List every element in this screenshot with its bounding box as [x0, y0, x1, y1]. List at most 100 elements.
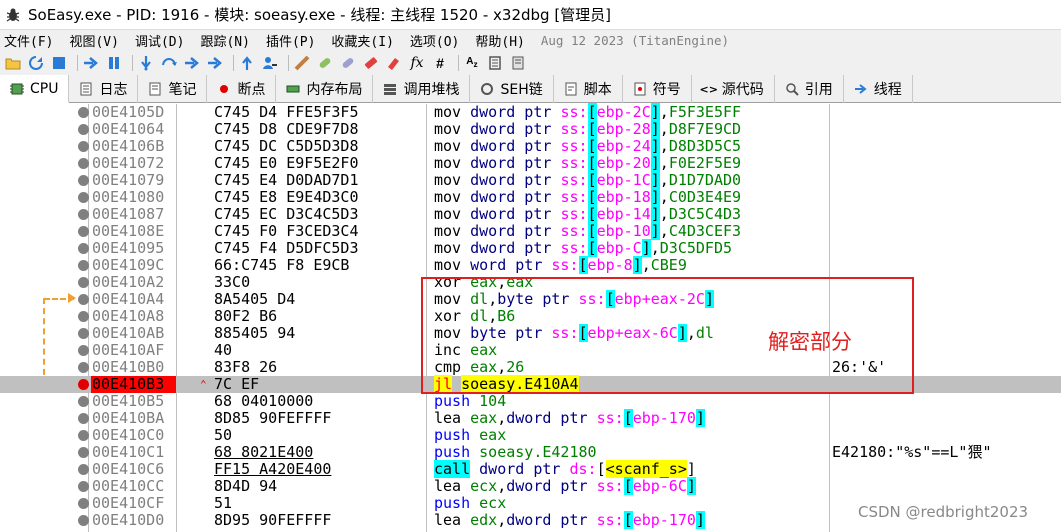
menu-trace[interactable]: 跟踪(N) — [200, 31, 249, 50]
breakpoint-dot-active[interactable] — [78, 379, 89, 390]
bytes: 51 — [214, 494, 233, 512]
table-row[interactable]: 00E41087 C745 EC D3C4C5D3 mov dword ptr … — [0, 205, 1061, 223]
bookmark-icon[interactable] — [385, 54, 403, 72]
breakpoint-dot[interactable] — [78, 311, 89, 322]
instruction: call dword ptr ds:[<scanf_s>] — [434, 460, 696, 478]
address: 00E4106B — [92, 137, 165, 155]
breakpoint-dot[interactable] — [78, 413, 89, 424]
breakpoint-dot[interactable] — [78, 192, 89, 203]
menu-help[interactable]: 帮助(H) — [475, 31, 524, 50]
tab-symbols[interactable]: 符号 — [623, 75, 692, 103]
step-into-icon[interactable] — [137, 54, 155, 72]
tab-threads[interactable]: 线程 — [844, 75, 913, 103]
tab-cpu[interactable]: CPU — [0, 75, 70, 103]
breakpoint-dot[interactable] — [78, 396, 89, 407]
bytes: C745 D8 CDE9F7D8 — [214, 120, 359, 138]
breakpoint-dot[interactable] — [78, 243, 89, 254]
restart-icon[interactable] — [27, 54, 45, 72]
tab-label: 断点 — [237, 82, 266, 98]
function-icon[interactable]: fx — [408, 54, 426, 72]
table-row[interactable]: 00E4106B C745 DC C5D5D3D8 mov dword ptr … — [0, 137, 1061, 155]
breakpoint-dot[interactable] — [78, 328, 89, 339]
patch-icon[interactable] — [316, 54, 334, 72]
breakpoint-dot[interactable] — [78, 158, 89, 169]
table-row[interactable]: 00E41072 C745 E0 E9F5E2F0 mov dword ptr … — [0, 154, 1061, 172]
breakpoint-dot[interactable] — [78, 294, 89, 305]
table-row[interactable]: 00E4109C 66:C745 F8 E9CB mov word ptr ss… — [0, 256, 1061, 274]
instruction: push ecx — [434, 494, 507, 512]
table-row[interactable]: 00E410BA 8D85 90FEFFFF lea eax,dword ptr… — [0, 409, 1061, 427]
tab-call-stack[interactable]: 调用堆栈 — [373, 75, 471, 103]
breakpoint-dot[interactable] — [78, 481, 89, 492]
instruction: mov dword ptr ss:[ebp-14],D3C5C4D3 — [434, 205, 742, 223]
menu-options[interactable]: 选项(O) — [410, 31, 459, 50]
open-icon[interactable] — [4, 54, 22, 72]
table-row[interactable]: 00E410CC 8D4D 94 lea ecx,dword ptr ss:[e… — [0, 477, 1061, 495]
table-row[interactable]: 00E4105D C745 D4 FFE5F3F5 mov dword ptr … — [0, 103, 1061, 121]
menu-debug[interactable]: 调试(D) — [135, 31, 184, 50]
table-row[interactable]: 00E41080 C745 E8 E9E4D3C0 mov dword ptr … — [0, 188, 1061, 206]
run-to-user-code-icon[interactable] — [261, 54, 279, 72]
breakpoint-dot[interactable] — [78, 515, 89, 526]
table-row[interactable]: 00E410C6 FF15 A420E400 call dword ptr ds… — [0, 460, 1061, 478]
trace-over-icon[interactable] — [206, 54, 224, 72]
breakpoint-dot[interactable] — [78, 498, 89, 509]
pause-icon[interactable] — [105, 54, 123, 72]
menu-plugins[interactable]: 插件(P) — [266, 31, 315, 50]
calculator-icon[interactable] — [486, 54, 504, 72]
tab-memory-map[interactable]: 内存布局 — [276, 75, 374, 103]
table-row[interactable]: 00E410C1 68 8021E400 push soeasy.E42180 … — [0, 444, 1061, 461]
breakpoint-dot[interactable] — [78, 209, 89, 220]
threads-icon — [854, 82, 868, 96]
symbol-icon — [633, 82, 647, 96]
table-row[interactable]: 00E4108E C745 F0 F3CED3C4 mov dword ptr … — [0, 222, 1061, 240]
trace-into-icon[interactable] — [183, 54, 201, 72]
table-row[interactable]: 00E41064 C745 D8 CDE9F7D8 mov dword ptr … — [0, 120, 1061, 138]
tab-seh-chain[interactable]: SEH链 — [470, 75, 554, 103]
watermark: CSDN @redbright2023 — [858, 503, 1029, 521]
breakpoint-dot[interactable] — [78, 175, 89, 186]
tab-log[interactable]: 日志 — [69, 75, 139, 103]
scylla-icon[interactable] — [293, 54, 311, 72]
address: 00E410C0 — [92, 426, 165, 444]
breakpoint-dot[interactable] — [78, 430, 89, 441]
breakpoint-dot[interactable] — [78, 464, 89, 475]
label-icon[interactable] — [362, 54, 380, 72]
breakpoint-dot[interactable] — [78, 362, 89, 373]
menu-favourites[interactable]: 收藏夹(I) — [331, 31, 393, 50]
tab-breakpoints[interactable]: 断点 — [207, 75, 277, 103]
bug-icon — [4, 6, 22, 24]
run-icon[interactable] — [82, 54, 100, 72]
breakpoint-dot[interactable] — [78, 107, 89, 118]
table-row[interactable]: 00E410B5 68 04010000 push 104 — [0, 393, 1061, 410]
stop-icon[interactable] — [50, 54, 68, 72]
table-row[interactable]: 00E410C0 50 push eax — [0, 427, 1061, 444]
breakpoint-dot[interactable] — [78, 124, 89, 135]
tab-script[interactable]: 脚本 — [554, 75, 623, 103]
breakpoint-dot[interactable] — [78, 447, 89, 458]
strings-icon[interactable]: Az — [463, 54, 481, 72]
table-row[interactable]: 00E41079 C745 E4 D0DAD7D1 mov dword ptr … — [0, 171, 1061, 189]
notes-icon[interactable] — [509, 54, 527, 72]
execute-till-return-icon[interactable] — [238, 54, 256, 72]
bytes: 8A5405 D4 — [214, 290, 296, 308]
breakpoint-dot[interactable] — [78, 277, 89, 288]
menu-file[interactable]: 文件(F) — [4, 31, 53, 50]
breakpoint-dot[interactable] — [78, 141, 89, 152]
tab-references[interactable]: 引用 — [775, 75, 844, 103]
bytes: 8D95 90FEFFFF — [214, 511, 332, 529]
table-row[interactable]: 00E41095 C745 F4 D5DFC5D3 mov dword ptr … — [0, 239, 1061, 257]
menu-view[interactable]: 视图(V) — [69, 31, 118, 50]
comment-icon[interactable] — [339, 54, 357, 72]
step-over-icon[interactable] — [160, 54, 178, 72]
bytes: C745 E0 E9F5E2F0 — [214, 154, 359, 172]
breakpoint-dot[interactable] — [78, 260, 89, 271]
bytes: 50 — [214, 426, 233, 444]
tab-notes[interactable]: 笔记 — [138, 75, 208, 103]
bytes: 885405 94 — [214, 324, 296, 342]
hash-icon[interactable]: # — [431, 54, 449, 72]
instruction: mov dword ptr ss:[ebp-1C],D1D7DAD0 — [434, 171, 742, 189]
breakpoint-dot[interactable] — [78, 226, 89, 237]
tab-source[interactable]: <> 源代码 — [692, 75, 775, 103]
breakpoint-dot[interactable] — [78, 345, 89, 356]
